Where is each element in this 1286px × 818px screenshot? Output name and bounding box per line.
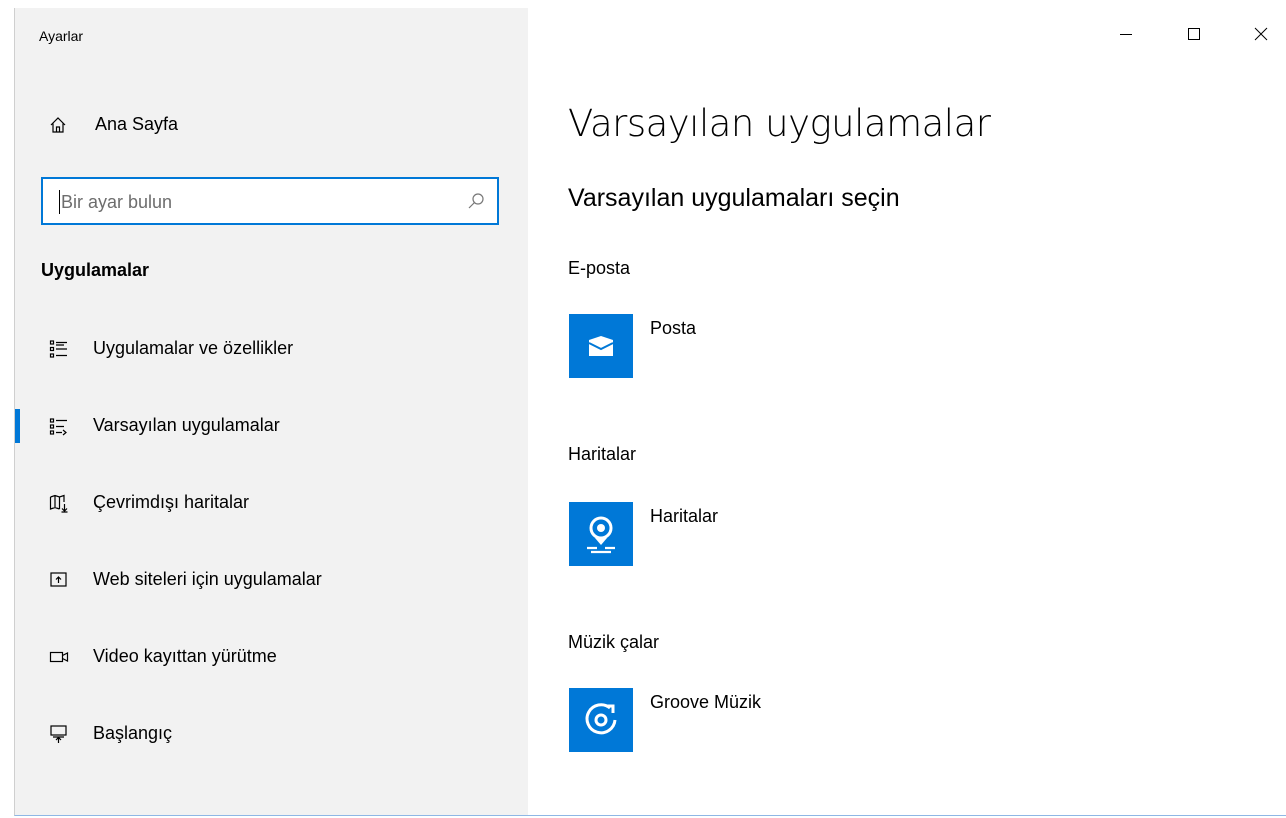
app-name: Posta — [650, 318, 697, 338]
page-title: Varsayılan uygulamalar — [568, 102, 991, 145]
category-label-maps: Haritalar — [568, 444, 637, 464]
sidebar-item-label: Uygulamalar ve özellikler — [93, 338, 294, 358]
section-title: Uygulamalar — [41, 260, 150, 280]
apps-for-websites-icon — [49, 570, 69, 590]
category-label-music-player: Müzik çalar — [568, 632, 660, 652]
maximize-icon — [1188, 28, 1200, 40]
groove-music-icon — [569, 688, 633, 752]
selection-indicator — [15, 409, 20, 443]
home-icon — [49, 116, 67, 134]
sidebar-item-startup[interactable]: Başlangıç — [15, 709, 528, 759]
video-playback-icon — [49, 647, 69, 667]
startup-icon — [49, 724, 69, 744]
sidebar-item-label: Varsayılan uygulamalar — [93, 415, 280, 435]
sidebar-item-video-playback[interactable]: Video kayıttan yürütme — [15, 632, 528, 682]
default-email-app-button[interactable]: Posta — [568, 314, 868, 378]
text-caret — [59, 190, 60, 214]
sidebar-item-offline-maps[interactable]: Çevrimdışı haritalar — [15, 478, 528, 528]
default-apps-icon — [49, 416, 69, 436]
main-content: Varsayılan uygulamalar Varsayılan uygula… — [528, 8, 1286, 815]
close-icon — [1254, 27, 1268, 41]
minimize-icon — [1120, 34, 1132, 35]
sidebar-item-apps-for-websites[interactable]: Web siteleri için uygulamalar — [15, 555, 528, 605]
sidebar-item-default-apps[interactable]: Varsayılan uygulamalar — [15, 401, 528, 451]
category-label-email: E-posta — [568, 258, 631, 278]
search-icon[interactable] — [467, 192, 485, 210]
maps-icon — [569, 502, 633, 566]
sidebar-item-label: Video kayıttan yürütme — [93, 646, 277, 666]
settings-window: Ayarlar Ana Sayfa Uygulamalar Uygulamala… — [14, 8, 1286, 816]
window-title: Ayarlar — [39, 28, 84, 44]
sidebar-item-label: Web siteleri için uygulamalar — [93, 569, 322, 589]
sidebar-item-apps-features[interactable]: Uygulamalar ve özellikler — [15, 324, 528, 374]
search-box[interactable] — [41, 177, 499, 225]
sidebar: Ayarlar Ana Sayfa Uygulamalar Uygulamala… — [15, 8, 528, 815]
home-label: Ana Sayfa — [95, 114, 179, 134]
default-maps-app-button[interactable]: Haritalar — [568, 502, 868, 566]
app-name: Haritalar — [650, 506, 719, 526]
sidebar-item-label: Çevrimdışı haritalar — [93, 492, 250, 512]
maximize-button[interactable] — [1171, 8, 1217, 60]
close-button[interactable] — [1238, 8, 1284, 60]
mail-icon — [569, 314, 633, 378]
app-name: Groove Müzik — [650, 692, 762, 712]
offline-maps-icon — [49, 493, 69, 513]
apps-features-icon — [49, 339, 69, 359]
minimize-button[interactable] — [1103, 8, 1149, 60]
desktop-background — [0, 0, 14, 818]
home-link[interactable]: Ana Sayfa — [15, 104, 528, 148]
sidebar-item-label: Başlangıç — [93, 723, 173, 743]
default-music-app-button[interactable]: Groove Müzik — [568, 688, 868, 752]
page-subtitle: Varsayılan uygulamaları seçin — [568, 184, 900, 212]
search-input[interactable] — [59, 187, 443, 217]
